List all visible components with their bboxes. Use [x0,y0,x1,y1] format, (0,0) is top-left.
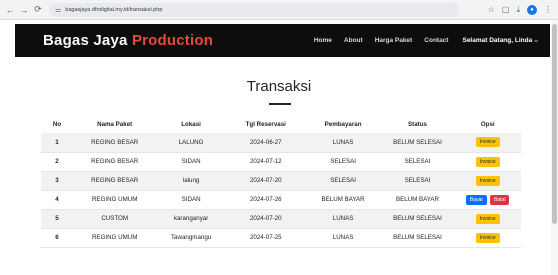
cell-status: BELUM SELESAI [380,133,455,153]
table-row: 4 REGING UMUM SIDAN 2024-07-26 BELUM BAYAR BE… [41,190,521,210]
cell-tgl-reservasi: 2024-07-20 [225,209,306,229]
cell-pembayaran: SELESAI [305,171,381,191]
brand-main: Bagas Jaya [43,32,132,49]
cell-lokasi: SIDAN [156,152,226,172]
cell-pembayaran: SELESAI [305,152,381,172]
tab-icon[interactable]: ▢ [502,5,510,14]
table-row: 3 REGING BESAR lalung 2024-07-20 SELESAI SELE… [41,171,521,191]
cell-tgl-reservasi: 2024-07-12 [225,152,306,172]
cell-no: 4 [41,190,74,210]
nav-link-home[interactable]: Home [314,37,332,44]
cell-opsi: Invoice [454,209,521,229]
browser-toolbar: ← → ⟳ ⚌ bagasjaya.dfndigital.my.id/trans… [0,0,558,20]
user-menu-dropdown[interactable]: Selamat Datang, Linda ⌵ [462,37,538,44]
table-row: 5 CUSTOM karanganyar 2024-07-20 LUNAS BELUM S… [41,209,521,229]
cell-no: 1 [41,133,74,153]
site-navbar: Bagas Jaya Production Home About Harga P… [15,24,550,57]
cell-no: 3 [41,171,74,191]
bayar-button[interactable]: Bayar [466,194,488,205]
header-status: Status [408,120,427,128]
cell-lokasi: Tawangmangu [156,228,226,248]
invoice-button[interactable]: Invoice [475,175,500,186]
invoice-button[interactable]: Invoice [475,137,500,148]
cell-opsi: Invoice [454,228,521,248]
cell-nama-paket: REGING BESAR [73,171,157,191]
nav-link-harga-paket[interactable]: Harga Paket [375,37,413,44]
table-row: 1 REGING BESAR LALUNG 2024-06-27 LUNAS BELUM … [41,133,521,153]
nav-link-about[interactable]: About [344,37,363,44]
header-pembayaran: Pembayaran [324,120,362,128]
cell-tgl-reservasi: 2024-07-25 [225,228,306,248]
transactions-table-container: No Nama Paket Lokasi Tgl Reservasi Pemba… [41,115,521,248]
cell-nama-paket: REGING BESAR [73,152,157,172]
invoice-button[interactable]: Invoice [475,232,500,243]
download-icon[interactable]: ⤓ [516,5,520,15]
page-title: Transaksi [246,78,312,95]
header-tgl-reservasi: Tgl Reservasi [245,120,286,128]
cell-opsi: Bayar Batal [454,190,521,210]
cell-status: SELESAI [380,152,455,172]
header-nama-paket: Nama Paket [97,120,133,128]
cell-pembayaran: LUNAS [305,228,381,248]
batal-button[interactable]: Batal [490,194,510,205]
address-bar[interactable]: ⚌ bagasjaya.dfndigital.my.id/transaksi.p… [49,2,459,17]
cell-tgl-reservasi: 2024-06-27 [225,133,306,153]
user-greeting: Selamat Datang, Linda [462,37,533,44]
table-header-row: No Nama Paket Lokasi Tgl Reservasi Pemba… [41,115,521,133]
brand-accent: Production [131,32,214,49]
menu-icon[interactable]: ⋮ [544,5,552,14]
cell-lokasi: karanganyar [156,209,226,229]
cell-lokasi: SIDAN [156,190,226,210]
table-row: 6 REGING UMUM Tawangmangu 2024-07-25 LUNAS BE… [41,228,521,248]
transactions-table: No Nama Paket Lokasi Tgl Reservasi Pemba… [41,115,521,248]
cell-status: BELUM BAYAR [380,190,455,210]
table-row: 2 REGING BESAR SIDAN 2024-07-12 SELESAI SELES… [41,152,521,172]
brand-logo[interactable]: Bagas Jaya Production [43,32,213,49]
cell-no: 2 [41,152,74,172]
scrollbar-thumb[interactable] [552,24,557,224]
chevron-down-icon: ⌵ [534,38,538,44]
reload-icon[interactable]: ⟳ [31,3,45,17]
invoice-button[interactable]: Invoice [475,156,500,167]
cell-opsi: Invoice [454,133,521,153]
cell-status: BELUM SELESAI [380,209,455,229]
nav-link-contact[interactable]: Contact [424,37,448,44]
cell-tgl-reservasi: 2024-07-20 [225,171,306,191]
cell-nama-paket: REGING UMUM [73,190,157,210]
cell-pembayaran: LUNAS [305,209,381,229]
cell-pembayaran: LUNAS [305,133,381,153]
forward-arrow-icon[interactable]: → [17,3,31,17]
star-icon[interactable]: ☆ [488,5,495,14]
cell-tgl-reservasi: 2024-07-26 [225,190,306,210]
cell-nama-paket: REGING UMUM [73,228,157,248]
cell-opsi: Invoice [454,171,521,191]
title-underline [269,103,291,105]
invoice-button[interactable]: Invoice [475,213,500,224]
cell-lokasi: LALUNG [156,133,226,153]
header-opsi: Opsi [480,120,495,128]
cell-nama-paket: REGING BESAR [73,133,157,153]
header-no: No [52,120,62,128]
cell-no: 6 [41,228,74,248]
cell-pembayaran: BELUM BAYAR [305,190,381,210]
site-info-icon[interactable]: ⚌ [55,6,61,14]
cell-lokasi: lalung [156,171,226,191]
cell-status: SELESAI [380,171,455,191]
cell-no: 5 [41,209,74,229]
back-arrow-icon[interactable]: ← [3,3,17,17]
cell-status: BELUM SELESAI [380,228,455,248]
cell-nama-paket: CUSTOM [73,209,157,229]
header-lokasi: Lokasi [181,120,201,128]
url-text: bagasjaya.dfndigital.my.id/transaksi.php [65,6,163,13]
cell-opsi: Invoice [454,152,521,172]
profile-icon[interactable]: ● [527,4,537,15]
